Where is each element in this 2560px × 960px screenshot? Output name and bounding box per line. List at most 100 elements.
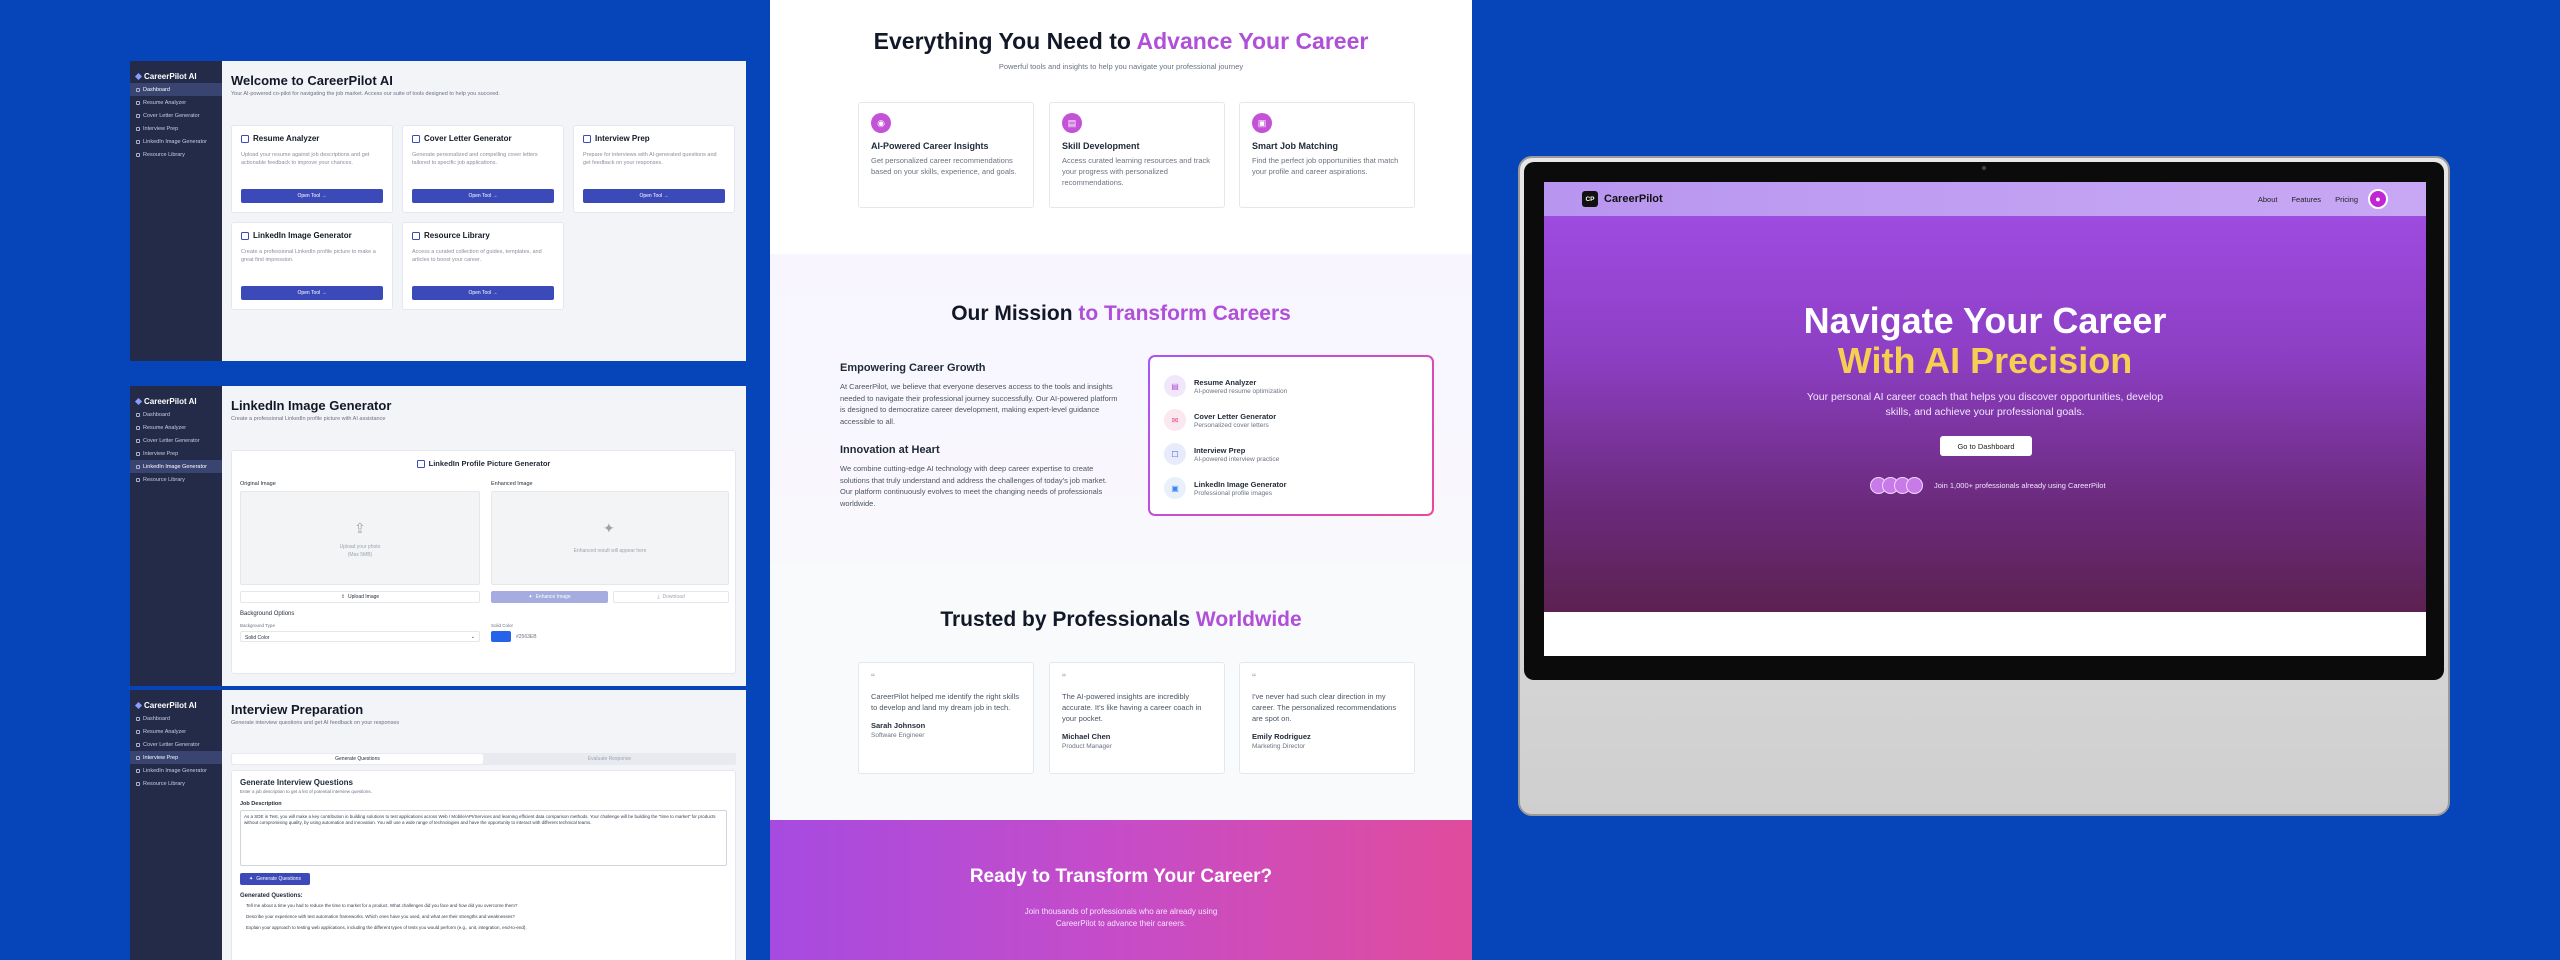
tab-generate[interactable]: Generate Questions [232, 754, 483, 764]
sidebar-item-linkedin[interactable]: LinkedIn Image Generator [130, 764, 222, 777]
cta-section: Ready to Transform Your Career? Join tho… [770, 820, 1472, 960]
image-icon [136, 768, 140, 773]
enhance-button[interactable]: ✦ Enhance Image [491, 591, 608, 603]
avatar-stack [1870, 477, 1930, 495]
cta-title: Ready to Transform Your Career? [969, 866, 1273, 887]
quote-icon: “ [1252, 671, 1256, 685]
tool-card-interview: Interview Prep Prepare for interviews wit… [573, 125, 735, 213]
panel-title: LinkedIn Profile Picture Generator [232, 459, 735, 468]
chat-icon [136, 755, 140, 760]
landing-page: Everything You Need to Advance Your Care… [770, 0, 1472, 960]
background-options-label: Background Options [240, 611, 295, 617]
download-button[interactable]: ⤓ Download [613, 591, 729, 603]
feature-card-matching: ▣ Smart Job Matching Find the perfect jo… [1239, 102, 1415, 208]
color-swatch[interactable] [491, 631, 511, 642]
sidebar-item-resources[interactable]: Resource Library [130, 148, 222, 161]
go-to-dashboard-button[interactable]: Go to Dashboard [1940, 436, 2032, 456]
generate-questions-button[interactable]: ✦ Generate Questions [240, 873, 310, 885]
book-icon [412, 231, 420, 240]
sparkle-icon: ✦ [249, 876, 254, 882]
generate-panel: Generate Interview Questions Enter a job… [231, 770, 736, 960]
sidebar-item-resume[interactable]: Resume Analyzer [130, 421, 222, 434]
sidebar-brand[interactable]: CareerPilot AI [130, 69, 222, 83]
sidebar-item-linkedin[interactable]: LinkedIn Image Generator [130, 460, 222, 473]
sidebar-brand[interactable]: CareerPilot AI [130, 394, 222, 408]
page-title: LinkedIn Image Generator [231, 398, 392, 413]
open-tool-button[interactable]: Open Tool → [241, 189, 383, 203]
user-avatar[interactable]: ● [2368, 189, 2388, 209]
question-item: Tell me about a time you had to reduce t… [246, 903, 518, 908]
sidebar-item-linkedin[interactable]: LinkedIn Image Generator [130, 135, 222, 148]
mail-icon [136, 742, 140, 747]
background-type-label: Background Type [240, 623, 275, 628]
solid-color-label: Solid Color [491, 623, 514, 628]
sidebar-item-dashboard[interactable]: Dashboard [130, 83, 222, 96]
sidebar-item-interview[interactable]: Interview Prep [130, 447, 222, 460]
sidebar-item-cover-letter[interactable]: Cover Letter Generator [130, 738, 222, 751]
open-tool-button[interactable]: Open Tool → [583, 189, 725, 203]
lightbulb-icon: ◉ [871, 113, 891, 133]
monitor: CP CareerPilot About Features Pricing ● … [1518, 156, 2450, 816]
tool-card-resume: Resume Analyzer Upload your resume agains… [231, 125, 393, 213]
page-subtitle: Create a professional LinkedIn profile p… [231, 416, 386, 422]
background-type-select[interactable]: Solid Color ⌄ [240, 631, 480, 642]
dashboard-icon [136, 87, 140, 92]
tool-item-linkedin[interactable]: ▣ LinkedIn Image Generator Professional pr… [1164, 471, 1418, 505]
upload-dropzone[interactable]: ⇪ Upload your photo (Max 5MB) [240, 491, 480, 585]
panel-subtitle: Enter a job description to get a list of… [240, 789, 372, 794]
logo-icon [134, 701, 143, 709]
open-tool-button[interactable]: Open Tool → [412, 286, 554, 300]
sidebar: CareerPilot AI Dashboard Resume Analyzer… [130, 61, 222, 361]
sidebar-item-resume[interactable]: Resume Analyzer [130, 96, 222, 109]
tool-item-cover[interactable]: ✉ Cover Letter Generator Personalized cove… [1164, 403, 1418, 437]
book-icon: ▤ [1062, 113, 1082, 133]
interview-screenshot: CareerPilot AI Dashboard Resume Analyzer… [130, 690, 746, 960]
tool-item-resume[interactable]: ▤ Resume Analyzer AI-powered resume optimi… [1164, 369, 1418, 403]
sidebar-item-interview[interactable]: Interview Prep [130, 122, 222, 135]
book-icon [136, 781, 140, 786]
nav-about[interactable]: About [2258, 195, 2278, 204]
download-icon: ⤓ [657, 594, 660, 600]
upload-button[interactable]: ⇪ Upload Image [240, 591, 480, 603]
avatar [1906, 477, 1923, 494]
sidebar-item-dashboard[interactable]: Dashboard [130, 408, 222, 421]
mission-heading: Our Mission to Transform Careers [951, 302, 1291, 325]
brand-logo[interactable]: CP [1582, 191, 1598, 207]
quote-icon: “ [871, 671, 875, 685]
sidebar-item-resources[interactable]: Resource Library [130, 473, 222, 486]
logo-icon [134, 397, 143, 405]
enhanced-preview: ✦ Enhanced result will appear here [491, 491, 729, 585]
generator-panel: LinkedIn Profile Picture Generator Origi… [231, 450, 736, 674]
dashboard-icon [136, 716, 140, 721]
panel-title: Generate Interview Questions [240, 778, 353, 787]
monitor-screen: CP CareerPilot About Features Pricing ● … [1544, 182, 2426, 656]
sidebar-item-resources[interactable]: Resource Library [130, 777, 222, 790]
sidebar-brand[interactable]: CareerPilot AI [130, 698, 222, 712]
mail-icon [136, 113, 140, 118]
testimonial-card: “ The AI-powered insights are incredibly… [1049, 662, 1225, 774]
sidebar-item-dashboard[interactable]: Dashboard [130, 712, 222, 725]
sidebar-item-resume[interactable]: Resume Analyzer [130, 725, 222, 738]
tool-card-resources: Resource Library Access a curated collect… [402, 222, 564, 310]
open-tool-button[interactable]: Open Tool → [412, 189, 554, 203]
image-icon [416, 459, 425, 468]
sidebar-item-cover-letter[interactable]: Cover Letter Generator [130, 109, 222, 122]
tool-item-interview[interactable]: ☐ Interview Prep AI-powered interview prac… [1164, 437, 1418, 471]
image-icon [136, 464, 140, 469]
sidebar-item-cover-letter[interactable]: Cover Letter Generator [130, 434, 222, 447]
sidebar-item-interview[interactable]: Interview Prep [130, 751, 222, 764]
mission-block-2: Innovation at Heart We combine cutting-e… [840, 444, 1108, 508]
nav-pricing[interactable]: Pricing [2335, 195, 2358, 204]
nav-features[interactable]: Features [2291, 195, 2321, 204]
brand-name[interactable]: CareerPilot [1604, 193, 1663, 205]
document-icon [136, 100, 140, 105]
tab-evaluate[interactable]: Evaluate Response [484, 754, 735, 764]
chat-icon [136, 451, 140, 456]
chat-icon [136, 126, 140, 131]
enhanced-label: Enhanced Image [491, 481, 533, 487]
job-description-textarea[interactable]: As a SDE in Test, you will make a key co… [240, 810, 727, 866]
feature-card-skills: ▤ Skill Development Access curated learn… [1049, 102, 1225, 208]
tool-card-cover-letter: Cover Letter Generator Generate personali… [402, 125, 564, 213]
open-tool-button[interactable]: Open Tool → [241, 286, 383, 300]
wand-icon: ✦ [528, 594, 533, 600]
